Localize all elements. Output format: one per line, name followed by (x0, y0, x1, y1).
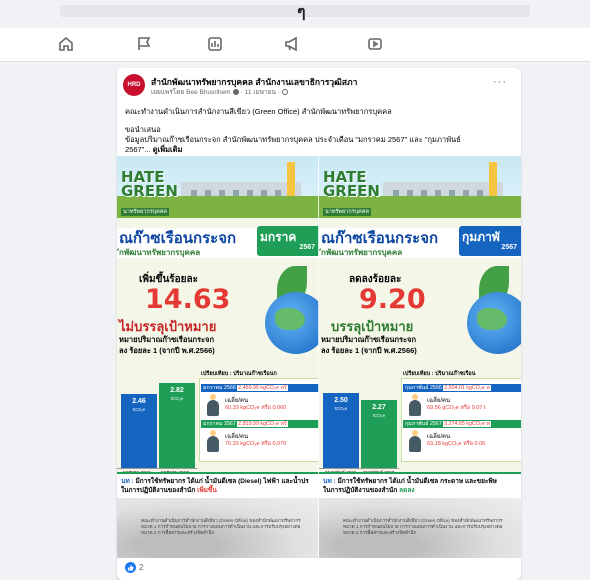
post-meta: เผยแพร่โดย Bee Bhusrihem · 11 เมษายน · (151, 87, 289, 97)
megaphone-icon[interactable] (280, 32, 304, 56)
globe-icon (282, 89, 289, 95)
image-divider (318, 156, 319, 558)
change-value: 9.20 (359, 284, 426, 315)
change-value: 14.63 (145, 284, 231, 315)
video-icon[interactable] (203, 32, 227, 56)
per-person: เฉลี่ย/คน 60.33 kgCO₂e หรือ 0.060 (225, 398, 287, 411)
month-name: มกราค (260, 230, 297, 244)
meta-separator: · (240, 88, 243, 96)
meta-separator: · (278, 88, 281, 96)
bar-previous-value: 2.50 tCO₂e (334, 397, 348, 411)
logo-subtitle: นาทรัพยากรบุคคล (121, 208, 169, 216)
infographic-subtitle: ักพัฒนาทรัพยากรบุคคล (119, 248, 201, 257)
post-text-tail: 2567"... (125, 145, 151, 154)
per-person: เฉลี่ย/คน 63.18 kgCO₂e หรือ 0.06 (427, 434, 486, 447)
footer-note: นท : มีการใช้ทรัพยากร ได้แก่ น้ำมันดีเซล… (117, 472, 319, 498)
month-year: 2567 (501, 244, 517, 251)
bar-previous-value: 2.46 tCO₂e (132, 398, 146, 413)
person-icon (409, 394, 421, 416)
avatar-text: HRD (127, 82, 141, 88)
post-images: HATE GREEN นาทรัพยากรบุคคล ณก๊าซเรือนกระจ… (117, 156, 521, 558)
top-strip (60, 5, 530, 17)
footer-text: นท : มีการใช้ทรัพยากร ได้แก่ น้ำมันดีเซล… (121, 478, 309, 494)
infographic-january[interactable]: HATE GREEN นาทรัพยากรบุคคล ณก๊าซเรือนกระจ… (117, 156, 319, 558)
comparison-heading: เปรียบเทียบ : ปริมาณก๊าซเรือน (403, 371, 476, 377)
globe-illustration (467, 292, 521, 354)
logo-subtitle: นาทรัพยากรบุคคล (323, 208, 371, 216)
like-icon (125, 562, 136, 573)
credit-note: คณะทำงานดำเนินการสำนักงานสีเขียว (Green … (141, 518, 301, 535)
page-avatar[interactable]: HRD (123, 74, 145, 96)
news-feed: HRD สำนักพัฒนาทรัพยากรบุคคล สำนักงานเลขา… (0, 62, 590, 580)
comparison-row: มกราคม 2567 2,819.99 kgCO₂e หรื (201, 420, 319, 428)
map-background: คณะทำงานดำเนินการสำนักงานสีเขียว (Green … (319, 498, 521, 558)
post-date[interactable]: 11 เมษายน (245, 87, 276, 97)
comparison-row: มกราคม 2566 2,459.95 kgCO₂e หรื (201, 384, 319, 392)
credit-note: คณะทำงานดำเนินการสำนักงานสีเขียว (Green … (343, 518, 503, 535)
play-icon[interactable] (363, 32, 387, 56)
bar-current-value: 2.27 tCO₂e (372, 403, 386, 418)
footer-note: นท : มีการใช้ทรัพยากร ได้แก่ น้ำมันดีเซล… (319, 472, 521, 498)
post-text-line: คณะทำงานดำเนินการสำนักงานสีเขียว (Green … (125, 107, 392, 116)
bar-current-value: 2.82 tCO₂e (170, 387, 184, 402)
reactions-row[interactable]: 2 (125, 562, 143, 573)
browser-topbar: ๆ (0, 0, 590, 28)
target-detail: ลง ร้อยละ 1 (จากปี พ.ศ.2566) (321, 346, 417, 355)
post-text-line: 2567"... ดูเพิ่มเติม (125, 144, 182, 156)
comparison-row: กุมภาพันธ์ 2567 2,274.65 kgCO₂e ห (403, 420, 521, 428)
infographic-subtitle: ักพัฒนาทรัพยากรบุคคล (321, 248, 403, 257)
verified-icon (232, 89, 239, 95)
month-year: 2567 (299, 244, 315, 251)
post-header: HRD สำนักพัฒนาทรัพยากรบุคคล สำนักงานเลขา… (117, 68, 521, 104)
comparison-row: กุมภาพันธ์ 2566 2,504.01 kgCO₂e ห (403, 384, 521, 392)
per-person: เฉลี่ย/คน 69.56 gCO₂e หรือ 0.07 t (427, 398, 486, 411)
page-nav-bar (0, 28, 590, 62)
person-icon (207, 430, 219, 452)
author-label[interactable]: เผยแพร่โดย Bee Bhusrihem (151, 87, 231, 97)
post-card: HRD สำนักพัฒนาทรัพยากรบุคคล สำนักงานเลขา… (117, 68, 521, 580)
footer-text: นท : มีการใช้ทรัพยากร ได้แก่ น้ำมันดีเซล… (323, 478, 497, 494)
infographic-february[interactable]: HATE GREEN นาทรัพยากรบุคคล ณก๊าซเรือนกระจ… (319, 156, 521, 558)
map-background: คณะทำงานดำเนินการสำนักงานสีเขียว (Green … (117, 498, 319, 558)
per-person: เฉลี่ย/คน 70.33 kgCO₂e หรือ 0.070 (225, 434, 287, 447)
green-logo: HATE GREEN (323, 168, 380, 200)
target-detail: ลง ร้อยละ 1 (จากปี พ.ศ.2566) (119, 346, 215, 355)
person-icon (409, 430, 421, 452)
green-logo: HATE GREEN (121, 168, 178, 200)
comparison-heading: เปรียบเทียบ : ปริมาณก๊าซเรือนก (201, 371, 277, 377)
see-more-link[interactable]: ดูเพิ่มเติม (153, 145, 183, 154)
person-icon (207, 394, 219, 416)
more-options-button[interactable]: ··· (493, 76, 507, 88)
month-tag: กุมภาพั 2567 (459, 226, 521, 256)
home-icon[interactable] (54, 32, 78, 56)
reaction-count: 2 (139, 563, 144, 572)
globe-illustration (265, 292, 319, 354)
flag-icon[interactable] (132, 32, 156, 56)
top-glyph: ๆ (297, 4, 306, 21)
month-name: กุมภาพั (462, 230, 500, 244)
month-tag: มกราค 2567 (257, 226, 319, 256)
